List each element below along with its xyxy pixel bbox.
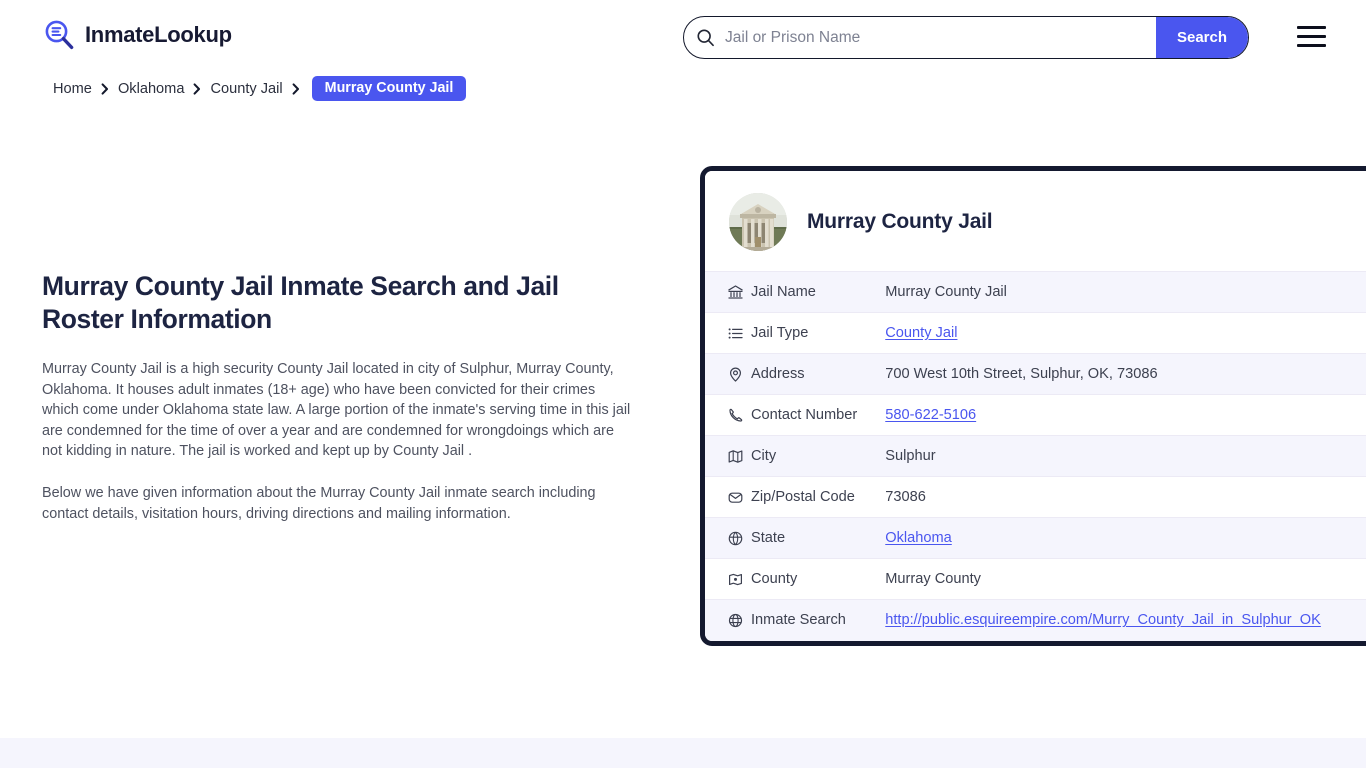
card-title: Murray County Jail bbox=[807, 210, 993, 233]
table-row: Jail Type County Jail bbox=[705, 312, 1366, 354]
state-link[interactable]: Oklahoma bbox=[885, 530, 952, 546]
hamburger-menu-icon[interactable] bbox=[1297, 26, 1326, 47]
map-icon bbox=[705, 435, 751, 477]
row-value: County Jail bbox=[871, 312, 1366, 354]
table-row: Contact Number 580-622-5106 bbox=[705, 394, 1366, 436]
map-pin-icon bbox=[705, 353, 751, 395]
globe-pin-icon bbox=[705, 517, 751, 559]
row-label: Jail Name bbox=[751, 271, 872, 313]
breadcrumb-item-oklahoma[interactable]: Oklahoma bbox=[118, 81, 185, 97]
row-label: Contact Number bbox=[751, 394, 872, 436]
jail-info-card: Murray County Jail Jail Name Murray Coun… bbox=[700, 166, 1366, 646]
chevron-right-icon bbox=[292, 82, 300, 95]
hamburger-bar bbox=[1297, 43, 1326, 47]
hamburger-bar bbox=[1297, 26, 1326, 30]
county-map-icon bbox=[705, 558, 751, 600]
table-row: State Oklahoma bbox=[705, 517, 1366, 559]
row-value: 700 West 10th Street, Sulphur, OK, 73086 bbox=[871, 353, 1366, 395]
search-icon bbox=[696, 28, 715, 47]
chevron-right-icon bbox=[101, 82, 109, 95]
contact-number-link[interactable]: 580-622-5106 bbox=[885, 407, 976, 423]
row-label: Jail Type bbox=[751, 312, 872, 354]
article-column: Murray County Jail Inmate Search and Jai… bbox=[42, 270, 642, 524]
row-label: Inmate Search bbox=[751, 599, 872, 641]
brand-logo-link[interactable]: InmateLookup bbox=[42, 18, 232, 52]
row-value: 73086 bbox=[871, 476, 1366, 518]
hamburger-bar bbox=[1297, 34, 1326, 39]
globe-icon bbox=[705, 599, 751, 641]
chevron-right-icon bbox=[193, 82, 201, 95]
table-row: Zip/Postal Code 73086 bbox=[705, 476, 1366, 518]
row-value: Murray County Jail bbox=[871, 271, 1366, 313]
intro-paragraph-2: Below we have given information about th… bbox=[42, 485, 596, 522]
bank-icon bbox=[705, 271, 751, 313]
search-input[interactable] bbox=[715, 17, 1156, 58]
site-header: InmateLookup Search bbox=[0, 0, 1366, 74]
row-label: Zip/Postal Code bbox=[751, 476, 872, 518]
row-value: Sulphur bbox=[871, 435, 1366, 477]
search-bar: Search bbox=[683, 16, 1249, 59]
breadcrumb-item-current: Murray County Jail bbox=[311, 76, 467, 101]
table-row: County Murray County bbox=[705, 558, 1366, 600]
jail-type-link[interactable]: County Jail bbox=[885, 325, 957, 341]
card-header: Murray County Jail bbox=[705, 171, 1366, 271]
row-value: http://public.esquireempire.com/Murry_Co… bbox=[871, 599, 1366, 641]
row-label: County bbox=[751, 558, 872, 600]
list-icon bbox=[705, 312, 751, 354]
row-value: Murray County bbox=[871, 558, 1366, 600]
intro-paragraph-1: Murray County Jail is a high security Co… bbox=[42, 361, 631, 459]
page-title: Murray County Jail Inmate Search and Jai… bbox=[42, 271, 559, 334]
jail-info-table: Jail Name Murray County Jail Jail Type C… bbox=[705, 271, 1366, 641]
row-label: State bbox=[751, 517, 872, 559]
magnifier-list-icon bbox=[42, 18, 76, 52]
row-value: 580-622-5106 bbox=[871, 394, 1366, 436]
footer-band bbox=[0, 738, 1366, 768]
table-row: Address 700 West 10th Street, Sulphur, O… bbox=[705, 353, 1366, 395]
row-label: City bbox=[751, 435, 872, 477]
row-label: Address bbox=[751, 353, 872, 395]
breadcrumb-item-home[interactable]: Home bbox=[53, 81, 92, 97]
table-row: City Sulphur bbox=[705, 435, 1366, 477]
breadcrumb: Home Oklahoma County Jail Murray County … bbox=[53, 76, 467, 101]
brand-name: InmateLookup bbox=[85, 22, 232, 47]
row-value: Oklahoma bbox=[871, 517, 1366, 559]
courthouse-photo bbox=[729, 193, 787, 251]
breadcrumb-item-county-jail[interactable]: County Jail bbox=[210, 81, 282, 97]
table-row: Jail Name Murray County Jail bbox=[705, 271, 1366, 313]
search-button[interactable]: Search bbox=[1156, 17, 1248, 58]
table-row: Inmate Search http://public.esquireempir… bbox=[705, 599, 1366, 641]
inmate-search-link[interactable]: http://public.esquireempire.com/Murry_Co… bbox=[885, 612, 1321, 628]
phone-icon bbox=[705, 394, 751, 436]
envelope-icon bbox=[705, 476, 751, 518]
